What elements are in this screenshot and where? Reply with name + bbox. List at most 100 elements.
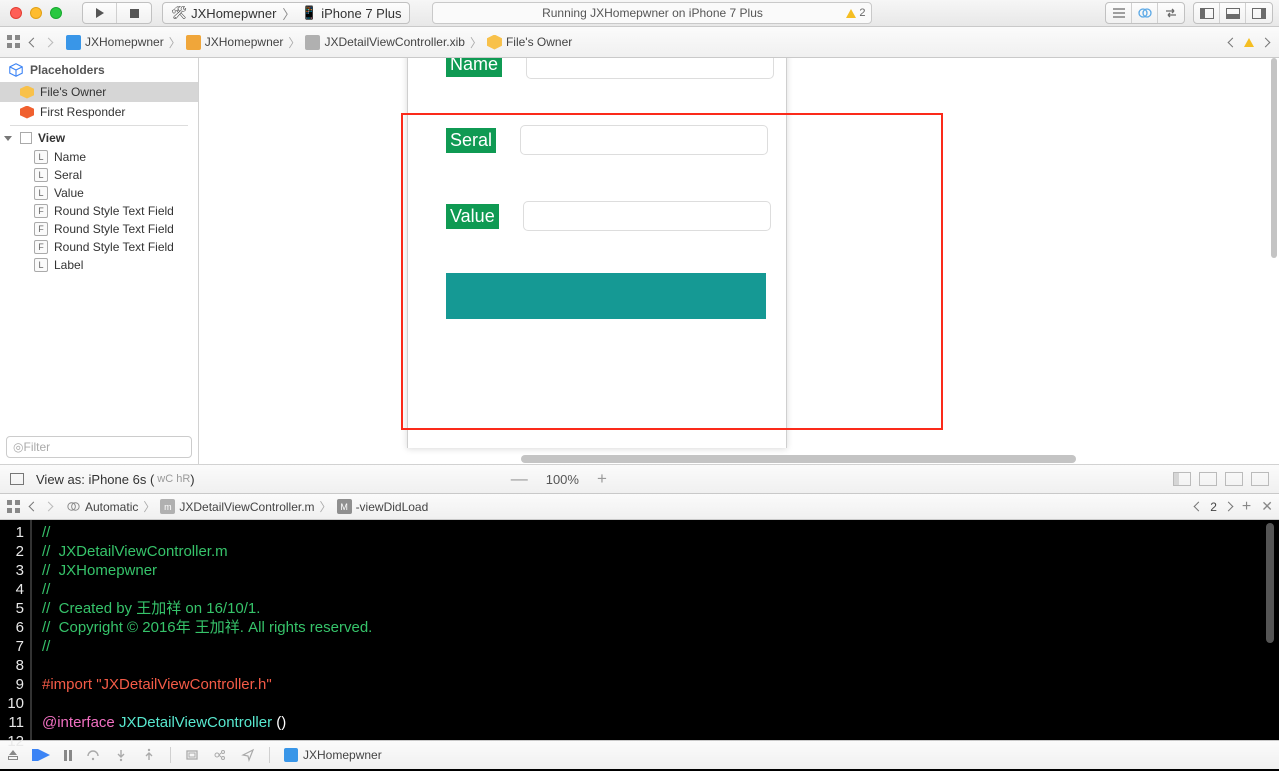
zoom-out-button[interactable]: —	[511, 469, 528, 489]
cube-icon	[487, 35, 502, 50]
editor-scrollbar-thumb[interactable]	[1266, 523, 1274, 643]
run-button[interactable]	[83, 3, 117, 23]
toggle-debug-area-button[interactable]	[1220, 3, 1246, 23]
related-items-icon[interactable]	[6, 499, 22, 515]
memory-graph-icon[interactable]	[213, 748, 227, 762]
layout-button-1[interactable]	[1173, 472, 1191, 486]
toggle-utilities-button[interactable]	[1246, 3, 1272, 23]
next-counterpart-button[interactable]	[1223, 502, 1233, 512]
breadcrumb-method[interactable]: M-viewDidLoad	[337, 499, 429, 514]
disclosure-icon[interactable]	[4, 136, 12, 141]
related-items-icon[interactable]	[6, 34, 22, 50]
breadcrumb-group[interactable]: JXHomepwner	[186, 35, 284, 50]
layout-button-4[interactable]	[1251, 472, 1269, 486]
zoom-in-button[interactable]: +	[597, 469, 607, 489]
stop-button[interactable]	[117, 3, 151, 23]
back-button[interactable]	[29, 37, 39, 47]
close-window-button[interactable]	[10, 7, 22, 19]
window-traffic-lights	[0, 7, 72, 19]
version-editor-button[interactable]	[1158, 3, 1184, 23]
vertical-scrollbar-thumb[interactable]	[1271, 58, 1277, 258]
minimize-window-button[interactable]	[30, 7, 42, 19]
view-checkbox[interactable]	[20, 132, 32, 144]
step-over-icon[interactable]	[86, 748, 100, 762]
placeholders-header: Placeholders	[0, 58, 198, 82]
outline-view-section[interactable]: View	[0, 128, 198, 148]
step-out-icon[interactable]	[142, 748, 156, 762]
horizontal-scrollbar[interactable]	[521, 454, 1279, 464]
device-config-button[interactable]	[10, 473, 24, 485]
breakpoints-button[interactable]	[32, 749, 50, 761]
outline-first-responder[interactable]: First Responder	[0, 102, 198, 122]
standard-editor-button[interactable]	[1106, 3, 1132, 23]
view-as-label[interactable]: View as: iPhone 6s (	[36, 472, 154, 487]
device-view[interactable]: Name Seral Value	[407, 58, 787, 448]
date-label[interactable]	[446, 273, 766, 319]
destination-icon: 📱	[301, 5, 317, 21]
breadcrumb-file[interactable]: mJXDetailViewController.m	[160, 499, 314, 514]
code-content[interactable]: // // JXDetailViewController.m // JXHome…	[32, 520, 1279, 740]
canvas-footer-bar: View as: iPhone 6s (wC hR) — 100% +	[0, 464, 1279, 494]
main-toolbar: 🛠 JXHomepwner 〉 📱 iPhone 7 Plus Running …	[0, 0, 1279, 27]
next-issue-button[interactable]	[1261, 37, 1271, 47]
size-class-label: wC hR	[157, 473, 190, 485]
breadcrumb-file[interactable]: JXDetailViewController.xib	[305, 35, 465, 50]
activity-status[interactable]: Running JXHomepwner on iPhone 7 Plus 2	[432, 2, 872, 24]
type-tag-icon: F	[34, 222, 48, 236]
outline-filter[interactable]: ◎ Filter	[6, 436, 192, 458]
location-icon[interactable]	[241, 748, 255, 762]
seral-label[interactable]: Seral	[446, 128, 496, 153]
layout-button-2[interactable]	[1199, 472, 1217, 486]
add-assistant-button[interactable]: +	[1242, 498, 1251, 516]
debug-view-icon[interactable]	[185, 748, 199, 762]
outline-item[interactable]: FRound Style Text Field	[0, 202, 198, 220]
forward-button[interactable]	[44, 37, 54, 47]
document-outline: Placeholders File's Owner First Responde…	[0, 58, 199, 464]
breadcrumb-automatic[interactable]: Automatic	[66, 499, 138, 514]
outline-item[interactable]: FRound Style Text Field	[0, 238, 198, 256]
name-label[interactable]: Name	[446, 58, 502, 77]
issues-badge[interactable]: 2	[846, 7, 865, 19]
vertical-scrollbar[interactable]	[1269, 58, 1277, 464]
back-button[interactable]	[29, 502, 39, 512]
scheme-separator-icon: 〉	[282, 4, 295, 23]
step-into-icon[interactable]	[114, 748, 128, 762]
code-editor[interactable]: 123456789101112 // // JXDetailViewContro…	[0, 520, 1279, 740]
outline-files-owner[interactable]: File's Owner	[0, 82, 198, 102]
horizontal-scrollbar-thumb[interactable]	[521, 455, 1076, 463]
outline-item[interactable]: FRound Style Text Field	[0, 220, 198, 238]
prev-issue-button[interactable]	[1228, 37, 1238, 47]
outline-item[interactable]: LSeral	[0, 166, 198, 184]
outline-item[interactable]: LName	[0, 148, 198, 166]
line-gutter: 123456789101112	[0, 520, 32, 740]
value-text-field[interactable]	[523, 201, 771, 231]
toggle-navigator-button[interactable]	[1194, 3, 1220, 23]
outline-item[interactable]: LValue	[0, 184, 198, 202]
close-assistant-button[interactable]: ✕	[1261, 498, 1273, 515]
forward-button[interactable]	[44, 502, 54, 512]
panel-right-icon	[1252, 8, 1266, 19]
type-tag-icon: L	[34, 258, 48, 272]
scheme-name: JXHomepwner	[191, 6, 276, 21]
assistant-editor-button[interactable]	[1132, 3, 1158, 23]
warning-icon	[1244, 38, 1254, 47]
hide-debug-button[interactable]	[8, 750, 18, 760]
pause-button[interactable]	[64, 750, 72, 761]
seral-text-field[interactable]	[520, 125, 768, 155]
breadcrumb-project[interactable]: JXHomepwner	[66, 35, 164, 50]
type-tag-icon: L	[34, 168, 48, 182]
stop-icon	[130, 9, 139, 18]
automatic-icon	[66, 499, 81, 514]
breadcrumb-owner[interactable]: File's Owner	[487, 35, 572, 50]
scheme-selector[interactable]: 🛠 JXHomepwner 〉 📱 iPhone 7 Plus	[162, 2, 410, 24]
interface-builder-canvas[interactable]: Name Seral Value	[199, 58, 1279, 464]
zoom-window-button[interactable]	[50, 7, 62, 19]
value-label[interactable]: Value	[446, 204, 499, 229]
outline-item[interactable]: LLabel	[0, 256, 198, 274]
xib-file-icon	[305, 35, 320, 50]
editor-scrollbar[interactable]	[1266, 523, 1276, 733]
prev-counterpart-button[interactable]	[1194, 502, 1204, 512]
debug-process[interactable]: JXHomepwner	[284, 748, 382, 762]
layout-button-3[interactable]	[1225, 472, 1243, 486]
name-text-field[interactable]	[526, 58, 774, 79]
